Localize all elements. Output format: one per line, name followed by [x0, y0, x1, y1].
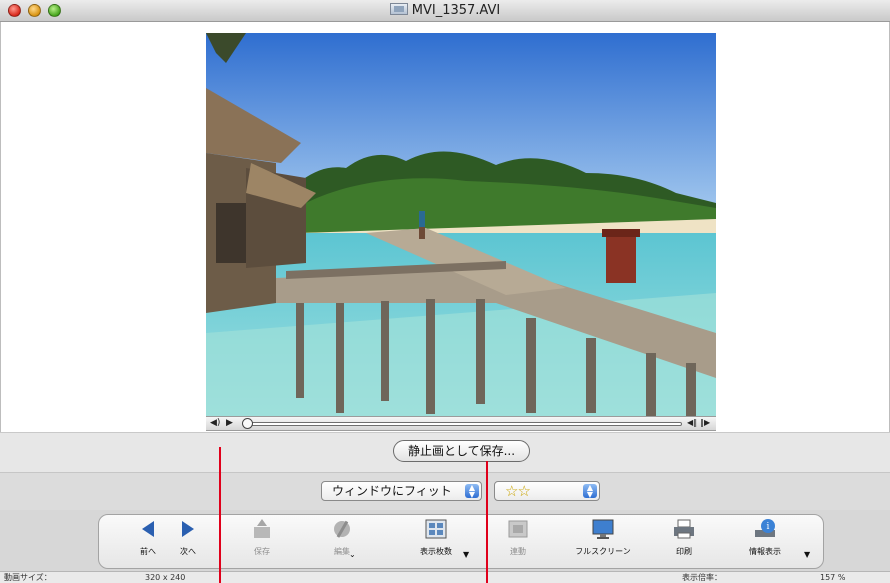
popup-arrows-icon: ▲ ▼	[465, 484, 479, 499]
step-back-icon[interactable]: ◀‖	[687, 418, 697, 427]
info-icon: i	[755, 519, 775, 537]
info-button[interactable]: i 情報表示	[728, 518, 802, 564]
linked-icon	[508, 520, 528, 538]
printer-icon	[674, 519, 694, 539]
save-label: 保存	[254, 547, 270, 556]
display-count-button[interactable]: 表示枚数	[399, 518, 473, 564]
movie-controller: ◀) ▶ ◀‖ ‖▶	[206, 416, 716, 431]
volume-icon[interactable]: ◀)	[210, 418, 220, 428]
fullscreen-button[interactable]: フルスクリーン	[566, 518, 640, 564]
window-title: MVI_1357.AVI	[411, 3, 501, 18]
playhead-knob[interactable]	[242, 418, 253, 429]
print-label: 印刷	[676, 547, 692, 556]
zoom-popup-label: ウィンドウにフィット	[332, 484, 452, 498]
linked-button[interactable]: 連動	[481, 518, 555, 564]
title-bar: MVI_1357.AVI	[0, 0, 890, 22]
movie-file-icon	[389, 3, 408, 15]
zoom-ratio-value: 157 %	[820, 573, 846, 582]
save-icon	[254, 519, 270, 538]
monitor-icon	[592, 519, 614, 539]
rating-popup[interactable]: ☆☆ ▲ ▼	[494, 481, 600, 501]
save-still-button[interactable]: 静止画として保存...	[393, 440, 530, 462]
edit-icon	[334, 520, 350, 538]
video-size-label: 動画サイズ：	[4, 573, 52, 582]
display-count-label: 表示枚数	[420, 547, 452, 556]
popup-arrows-icon: ▲ ▼	[583, 484, 597, 499]
status-bar: 動画サイズ： 320 x 240 表示倍率： 157 %	[0, 571, 890, 583]
zoom-ratio-label: 表示倍率：	[682, 573, 722, 582]
info-label: 情報表示	[749, 547, 781, 556]
display-count-dropdown-icon[interactable]: ▼	[463, 550, 469, 559]
save-button[interactable]: 保存	[225, 518, 299, 564]
info-dropdown-icon[interactable]: ▼	[804, 550, 810, 559]
edit-button[interactable]: 編集	[305, 518, 379, 564]
fullscreen-label: フルスクリーン	[575, 547, 631, 556]
video-frame	[206, 33, 716, 416]
video-size-value: 320 x 240	[145, 573, 186, 582]
window-title-area: MVI_1357.AVI	[0, 3, 890, 18]
step-forward-icon[interactable]: ‖▶	[700, 418, 710, 427]
linked-label: 連動	[510, 547, 526, 556]
play-icon[interactable]: ▶	[226, 418, 233, 428]
svg-text:i: i	[767, 522, 770, 532]
rating-stars: ☆☆	[505, 482, 531, 500]
next-button[interactable]: 次へ	[151, 518, 225, 564]
playback-scrubber[interactable]	[246, 422, 682, 426]
zoom-popup[interactable]: ウィンドウにフィット ▲ ▼	[321, 481, 482, 501]
print-button[interactable]: 印刷	[647, 518, 721, 564]
edit-dropdown-icon[interactable]: ⌄	[349, 550, 356, 559]
annotation-line-right	[486, 461, 488, 583]
next-label: 次へ	[180, 547, 196, 556]
edit-label: 編集	[334, 547, 350, 556]
grid-icon	[425, 519, 447, 539]
arrow-right-icon	[182, 521, 194, 537]
annotation-line-left	[219, 447, 221, 583]
